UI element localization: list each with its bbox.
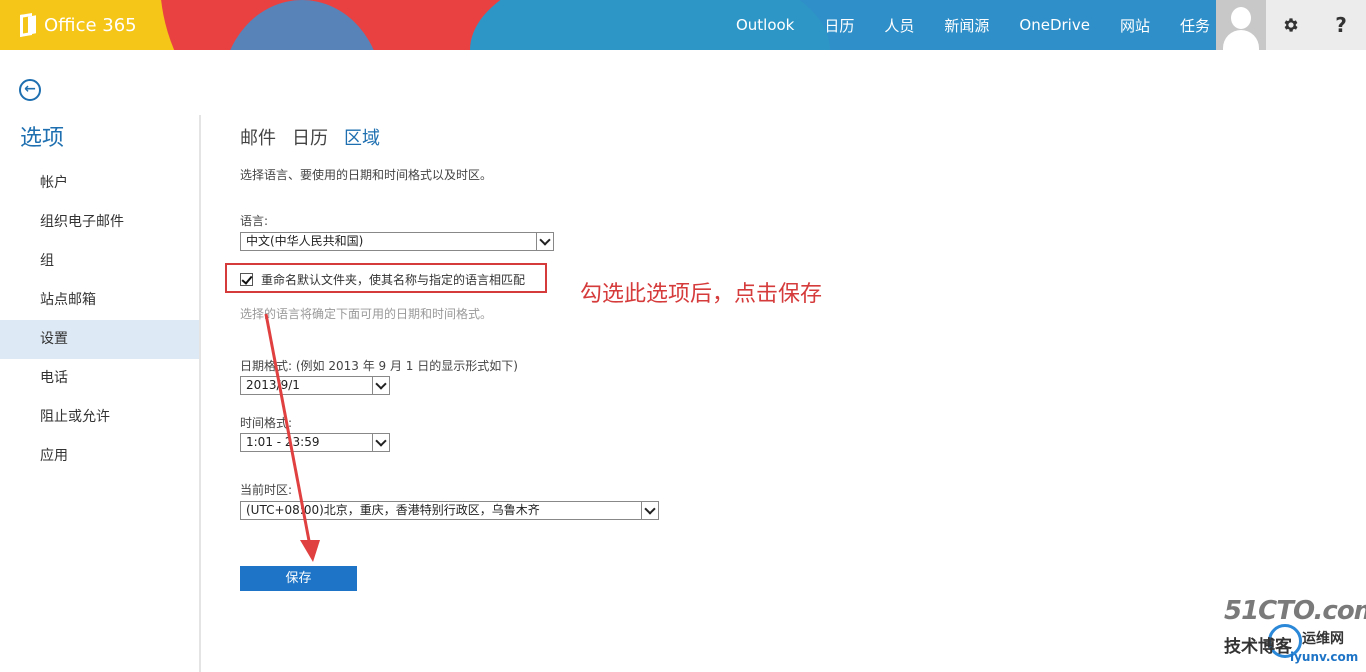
- help-icon: ?: [1335, 13, 1347, 37]
- help-button[interactable]: ?: [1316, 0, 1366, 50]
- sidebar-item-account[interactable]: 帐户: [0, 164, 200, 203]
- language-value: 中文(中华人民共和国): [246, 234, 364, 248]
- options-sidebar: 帐户 组织电子邮件 组 站点邮箱 设置 电话 阻止或允许 应用: [0, 164, 200, 476]
- tab-calendar[interactable]: 日历: [292, 124, 328, 150]
- chevron-down-icon: [536, 233, 553, 250]
- language-note: 选择的语言将确定下面可用的日期和时间格式。: [240, 307, 493, 321]
- office-brand[interactable]: Office 365: [20, 13, 137, 37]
- save-button[interactable]: 保存: [240, 566, 357, 591]
- annotation-arrow: [264, 313, 320, 562]
- chevron-down-icon: [372, 434, 389, 451]
- watermark-line3: 运维网: [1302, 631, 1344, 647]
- timezone-label: 当前时区:: [240, 483, 293, 497]
- watermark-line1: 51CTO.com: [1224, 596, 1366, 626]
- region-description: 选择语言、要使用的日期和时间格式以及时区。: [240, 168, 493, 182]
- watermark-line2: 技术博客: [1224, 637, 1292, 657]
- language-select[interactable]: 中文(中华人民共和国): [240, 232, 554, 251]
- sidebar-item-groups[interactable]: 组: [0, 242, 200, 281]
- nav-people[interactable]: 人员: [884, 15, 914, 36]
- tab-region[interactable]: 区域: [344, 124, 380, 150]
- avatar-head-shape: [1231, 7, 1251, 29]
- watermark-line4: iyunv.com: [1290, 650, 1359, 664]
- nav-sites[interactable]: 网站: [1120, 15, 1150, 36]
- time-format-select[interactable]: 1:01 - 23:59: [240, 433, 390, 452]
- nav-newsfeed[interactable]: 新闻源: [944, 15, 989, 36]
- timezone-select[interactable]: (UTC+08:00)北京，重庆，香港特别行政区，乌鲁木齐: [240, 501, 659, 520]
- tab-mail[interactable]: 邮件: [240, 124, 276, 150]
- page-title: 选项: [20, 126, 65, 151]
- chevron-down-icon: [641, 502, 658, 519]
- sidebar-divider: [199, 115, 201, 672]
- app-nav: Outlook 日历 人员 新闻源 OneDrive 网站 任务: [706, 0, 1210, 50]
- date-format-label: 日期格式: (例如 2013 年 9 月 1 日的显示形式如下): [240, 359, 518, 373]
- sidebar-item-phone[interactable]: 电话: [0, 359, 200, 398]
- nav-outlook[interactable]: Outlook: [736, 16, 794, 34]
- site-watermark: 51CTO.com 技术博客 运维网 iyunv.com: [1224, 596, 1366, 672]
- date-format-value: 2013/9/1: [246, 378, 300, 392]
- sidebar-item-site-mailboxes[interactable]: 站点邮箱: [0, 281, 200, 320]
- nav-calendar[interactable]: 日历: [824, 15, 854, 36]
- office-logo-icon: [20, 14, 38, 36]
- date-format-select[interactable]: 2013/9/1: [240, 376, 390, 395]
- back-arrow-icon: ←: [24, 81, 36, 97]
- sidebar-item-org-email[interactable]: 组织电子邮件: [0, 203, 200, 242]
- avatar-body-shape: [1223, 30, 1259, 50]
- time-format-label: 时间格式:: [240, 416, 293, 430]
- nav-tasks[interactable]: 任务: [1180, 15, 1210, 36]
- nav-onedrive[interactable]: OneDrive: [1019, 16, 1090, 34]
- gear-icon: [1284, 18, 1298, 32]
- top-bar: Office 365 Outlook 日历 人员 新闻源 OneDrive 网站…: [0, 0, 1366, 50]
- back-button[interactable]: ←: [19, 79, 41, 101]
- settings-button[interactable]: [1266, 0, 1316, 50]
- timezone-value: (UTC+08:00)北京，重庆，香港特别行政区，乌鲁木齐: [246, 503, 540, 517]
- sidebar-item-apps[interactable]: 应用: [0, 437, 200, 476]
- user-avatar[interactable]: [1216, 0, 1266, 50]
- settings-tabs: 邮件 日历 区域: [240, 124, 380, 150]
- language-label: 语言:: [240, 214, 269, 228]
- sidebar-item-settings[interactable]: 设置: [0, 320, 200, 359]
- time-format-value: 1:01 - 23:59: [246, 435, 320, 449]
- annotation-highlight-box: [225, 263, 547, 293]
- brand-label: Office 365: [44, 14, 137, 36]
- sidebar-item-block-allow[interactable]: 阻止或允许: [0, 398, 200, 437]
- chevron-down-icon: [372, 377, 389, 394]
- annotation-text: 勾选此选项后，点击保存: [580, 282, 823, 307]
